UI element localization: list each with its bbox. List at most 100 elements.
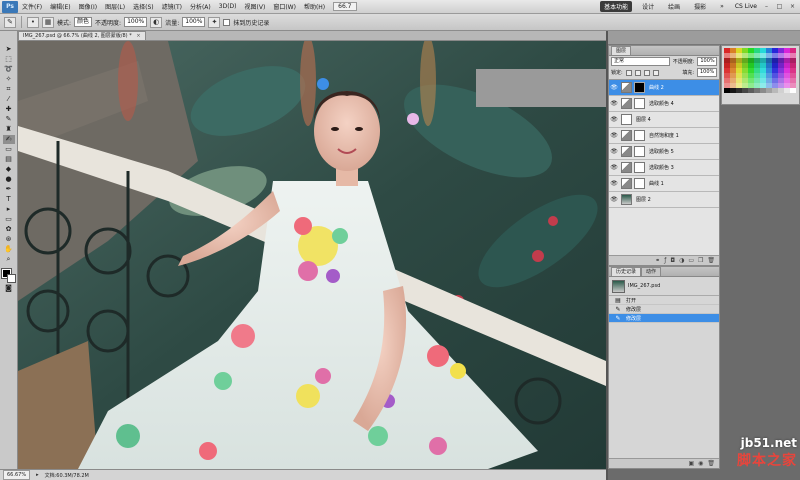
opacity-field[interactable]: 100%: [124, 17, 148, 27]
layer-row[interactable]: 👁 选取颜色 3: [609, 160, 719, 176]
link-layers-icon[interactable]: ⚭: [655, 257, 660, 264]
layer-row[interactable]: 👁 选取颜色 5: [609, 144, 719, 160]
background-color-swatch[interactable]: [6, 274, 16, 283]
tab-layers[interactable]: 图层: [611, 46, 632, 55]
layer-row[interactable]: 👁 选取颜色 4: [609, 96, 719, 112]
history-state[interactable]: ✎ 修改层: [609, 305, 719, 314]
delete-layer-icon[interactable]: 🗑: [707, 257, 715, 264]
quick-mask-icon[interactable]: ◙: [3, 284, 15, 293]
zoom-status-field[interactable]: 66.67%: [3, 470, 31, 480]
layer-mask-thumbnail[interactable]: [634, 146, 645, 157]
path-selection-tool-icon[interactable]: ▸: [3, 205, 15, 214]
lock-position-icon[interactable]: [643, 69, 650, 76]
new-document-from-state-icon[interactable]: ▣: [688, 460, 694, 467]
visibility-eye-icon[interactable]: 👁: [609, 180, 619, 187]
menu-window[interactable]: 窗口(W): [269, 2, 300, 11]
fill-field[interactable]: 100%: [697, 68, 717, 77]
document-tab[interactable]: IMG_267.psd @ 66.7% (曲线 2, 图层蒙版/8) * ×: [18, 31, 146, 40]
layer-style-icon[interactable]: ƒ: [664, 257, 666, 264]
3d-rotate-tool-icon[interactable]: ✿: [3, 225, 15, 234]
clone-stamp-tool-icon[interactable]: ♜: [3, 125, 15, 134]
layer-mask-thumbnail[interactable]: [634, 82, 645, 93]
layer-mask-thumbnail[interactable]: [634, 130, 645, 141]
brush-preset-picker-icon[interactable]: •: [27, 16, 39, 28]
lasso-tool-icon[interactable]: ➰: [3, 65, 15, 74]
maximize-icon[interactable]: □: [774, 2, 785, 12]
lock-pixels-icon[interactable]: [634, 69, 641, 76]
layer-mask-thumbnail[interactable]: [634, 162, 645, 173]
layer-row[interactable]: 👁 图层 2: [609, 192, 719, 208]
3d-orbit-tool-icon[interactable]: ⊛: [3, 235, 15, 244]
close-icon[interactable]: ×: [787, 2, 798, 12]
mode-select[interactable]: 颜色: [74, 17, 93, 27]
document-canvas[interactable]: [18, 41, 606, 469]
workspace-photography-button[interactable]: 摄影: [690, 1, 710, 12]
menu-help[interactable]: 帮助(H): [300, 2, 329, 11]
history-snapshot[interactable]: IMG_267.psd: [609, 277, 719, 296]
menu-edit[interactable]: 编辑(E): [46, 2, 74, 11]
type-tool-icon[interactable]: T: [3, 195, 15, 204]
shape-tool-icon[interactable]: ▭: [3, 215, 15, 224]
visibility-eye-icon[interactable]: 👁: [609, 84, 619, 91]
visibility-eye-icon[interactable]: 👁: [609, 132, 619, 139]
erase-to-history-checkbox[interactable]: [223, 18, 231, 26]
pen-tool-icon[interactable]: ✒: [3, 185, 15, 194]
move-tool-icon[interactable]: ➤: [3, 45, 15, 54]
healing-brush-tool-icon[interactable]: ✚: [3, 105, 15, 114]
visibility-eye-icon[interactable]: 👁: [609, 148, 619, 155]
history-state[interactable]: ▤ 打开: [609, 296, 719, 305]
blur-tool-icon[interactable]: ◆: [3, 165, 15, 174]
history-brush-tool-icon[interactable]: ✍: [2, 135, 15, 144]
menu-file[interactable]: 文件(F): [18, 2, 46, 11]
menu-image[interactable]: 图像(I): [75, 2, 101, 11]
history-brush-tool-icon[interactable]: ✎: [4, 16, 16, 28]
workspace-more-icon[interactable]: »: [716, 2, 728, 11]
tab-history[interactable]: 历史记录: [611, 267, 642, 276]
color-swatch[interactable]: [790, 88, 796, 93]
dodge-tool-icon[interactable]: ●: [3, 175, 15, 184]
lock-all-icon[interactable]: [652, 69, 659, 76]
menu-analysis[interactable]: 分析(A): [186, 2, 215, 11]
marquee-tool-icon[interactable]: ⬚: [3, 55, 15, 64]
zoom-tool-icon[interactable]: ⌕: [3, 255, 15, 264]
menu-filter[interactable]: 滤镜(T): [158, 2, 186, 11]
workspace-design-button[interactable]: 设计: [638, 1, 658, 12]
hand-tool-icon[interactable]: ✋: [3, 245, 15, 254]
new-snapshot-icon[interactable]: ◉: [698, 460, 703, 467]
color-swatches[interactable]: [0, 268, 16, 283]
visibility-eye-icon[interactable]: 👁: [609, 116, 619, 123]
tab-actions[interactable]: 动作: [641, 267, 662, 276]
visibility-eye-icon[interactable]: 👁: [609, 100, 619, 107]
add-mask-icon[interactable]: ◘: [670, 257, 675, 264]
eraser-tool-icon[interactable]: ▭: [3, 145, 15, 154]
blend-mode-select[interactable]: 正常: [611, 57, 670, 66]
workspace-essentials-button[interactable]: 基本功能: [600, 1, 633, 12]
pressure-opacity-icon[interactable]: ◐: [150, 16, 163, 28]
layer-mask-thumbnail[interactable]: [634, 98, 645, 109]
layer-row[interactable]: 👁 曲线 1: [609, 176, 719, 192]
brush-panel-toggle-icon[interactable]: ▦: [42, 16, 54, 28]
brush-tool-icon[interactable]: ✎: [3, 115, 15, 124]
menu-view[interactable]: 视图(V): [241, 2, 270, 11]
minimize-icon[interactable]: –: [761, 2, 772, 12]
history-state[interactable]: ✎ 修改层: [609, 314, 719, 323]
new-group-icon[interactable]: ▭: [688, 257, 694, 264]
layer-row[interactable]: 👁 曲线 2: [609, 80, 719, 96]
adjustment-layer-icon[interactable]: ◑: [679, 257, 684, 264]
delete-state-icon[interactable]: 🗑: [707, 460, 715, 467]
close-tab-icon[interactable]: ×: [136, 33, 140, 39]
new-layer-icon[interactable]: ❐: [698, 257, 703, 264]
layer-row[interactable]: 👁 自然饱和度 1: [609, 128, 719, 144]
flow-field[interactable]: 100%: [182, 17, 206, 27]
status-arrow-icon[interactable]: ▸: [36, 472, 39, 478]
lock-transparent-icon[interactable]: [625, 69, 632, 76]
airbrush-icon[interactable]: ✦: [208, 16, 221, 28]
quick-select-tool-icon[interactable]: ✧: [3, 75, 15, 84]
visibility-eye-icon[interactable]: 👁: [609, 164, 619, 171]
eyedropper-tool-icon[interactable]: ⁄: [3, 95, 15, 104]
visibility-eye-icon[interactable]: 👁: [609, 196, 619, 203]
gradient-tool-icon[interactable]: ▤: [3, 155, 15, 164]
menu-layer[interactable]: 图层(L): [101, 2, 129, 11]
layer-opacity-field[interactable]: 100%: [697, 57, 717, 66]
menu-3d[interactable]: 3D(D): [215, 3, 241, 10]
